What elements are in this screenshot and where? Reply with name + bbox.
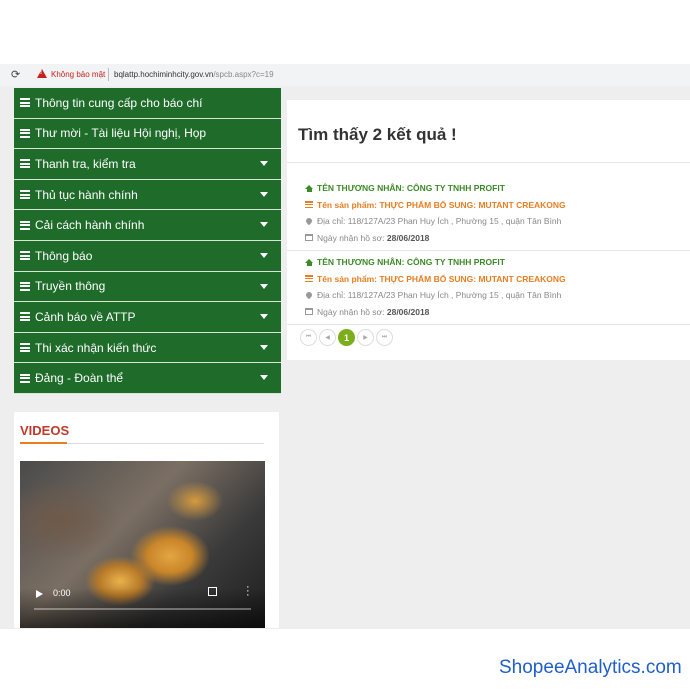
play-icon[interactable] [36, 590, 43, 598]
product-name[interactable]: Tên sản phẩm: THỰC PHẨM BỔ SUNG: MUTANT … [305, 197, 690, 214]
received-date: Ngày nhận hồ sơ: 28/06/2018 [305, 230, 690, 247]
list-icon [20, 98, 30, 108]
prev-page-button[interactable]: ◀ [319, 329, 336, 346]
video-time: 0:00 [53, 588, 71, 598]
caret-down-icon [260, 314, 268, 320]
list-icon [20, 159, 30, 169]
sidebar-item-invitations[interactable]: Thư mời - Tài liệu Hội nghị, Họp [14, 118, 281, 150]
merchant-name[interactable]: TÊN THƯƠNG NHÂN: CÔNG TY TNHH PROFIT [305, 254, 690, 271]
videos-divider-accent [20, 442, 67, 444]
sidebar-item-communication[interactable]: Truyền thông [14, 271, 281, 303]
results-divider [287, 162, 690, 163]
address: Địa chỉ: 118/127A/23 Phan Huy Ích , Phườ… [304, 287, 690, 304]
sidebar-item-food-safety-warnings[interactable]: Cảnh báo về ATTP [14, 302, 281, 333]
sidebar-item-label: Thông tin cung cấp cho báo chí [35, 95, 203, 110]
sidebar-item-label: Truyền thông [35, 279, 106, 294]
sidebar-item-inspection[interactable]: Thanh tra, kiểm tra [14, 149, 281, 180]
merchant-name-text: TÊN THƯƠNG NHÂN: CÔNG TY TNHH PROFIT [317, 183, 505, 194]
result-item: TÊN THƯƠNG NHÂN: CÔNG TY TNHH PROFIT Tên… [304, 254, 690, 321]
calendar-icon [305, 234, 313, 242]
first-page-button[interactable]: ⏮ [300, 329, 317, 346]
list-icon [20, 281, 30, 291]
address-separator [108, 68, 109, 81]
list-icon [20, 373, 30, 383]
result-item: TÊN THƯƠNG NHÂN: CÔNG TY TNHH PROFIT Tên… [304, 180, 690, 247]
browser-address-bar: ⟳ ! Không bảo mật bqlattp.hochiminhcity.… [0, 64, 690, 86]
pagination: ⏮ ◀ 1 ▶ ⏭ [300, 329, 393, 346]
caret-down-icon [260, 283, 268, 289]
caret-down-icon [260, 252, 268, 258]
sidebar-menu: Thông tin cung cấp cho báo chí Thư mời -… [14, 88, 281, 394]
received-date-value: 28/06/2018 [386, 232, 430, 243]
url-field[interactable]: bqlattp.hochiminhcity.gov.vn/spcb.aspx?c… [114, 70, 274, 79]
received-date-label: Ngày nhận hồ sơ: [317, 306, 385, 317]
map-pin-icon [304, 217, 314, 226]
sidebar-item-admin-reform[interactable]: Cải cách hành chính [14, 210, 281, 241]
reload-icon[interactable]: ⟳ [11, 68, 20, 81]
results-title: Tìm thấy 2 kết quả ! [298, 125, 457, 144]
list-icon [20, 312, 30, 322]
results-panel: Tìm thấy 2 kết quả ! TÊN THƯƠNG NHÂN: CÔ… [287, 100, 690, 360]
sidebar-item-label: Cải cách hành chính [35, 218, 145, 233]
list-icon [20, 128, 30, 138]
warning-icon [37, 69, 47, 78]
video-player[interactable]: 0:00 · · · [20, 461, 265, 628]
sidebar-item-label: Cảnh báo về ATTP [35, 309, 136, 324]
product-name-text: Tên sản phẩm: THỰC PHẨM BỔ SUNG: MUTANT … [317, 273, 566, 284]
list-icon [305, 275, 313, 283]
sidebar-item-label: Thông báo [35, 248, 93, 263]
videos-title: VIDEOS [20, 423, 70, 438]
received-date-value: 28/06/2018 [386, 306, 430, 317]
address-text: Địa chỉ: 118/127A/23 Phan Huy Ích , Phườ… [317, 216, 562, 227]
address: Địa chỉ: 118/127A/23 Phan Huy Ích , Phườ… [304, 213, 690, 230]
result-divider [287, 250, 690, 251]
next-page-button[interactable]: ▶ [357, 329, 374, 346]
sidebar-item-label: Thư mời - Tài liệu Hội nghị, Họp [35, 126, 207, 141]
sidebar-item-label: Thanh tra, kiểm tra [35, 156, 136, 171]
sidebar-item-label: Thi xác nhận kiến thức [35, 340, 157, 355]
videos-panel: VIDEOS 0:00 · · · [14, 412, 279, 628]
caret-down-icon [260, 344, 268, 350]
watermark: ShopeeAnalytics.com [499, 657, 682, 678]
result-divider [287, 324, 690, 325]
calendar-icon [305, 308, 313, 316]
more-options-icon[interactable]: · · · [246, 582, 250, 601]
sidebar-item-knowledge-exam[interactable]: Thi xác nhận kiến thức [14, 332, 281, 364]
list-icon [20, 220, 30, 230]
url-path: /spcb.aspx?c=19 [213, 70, 274, 79]
sidebar-item-label: Đảng - Đoàn thể [35, 371, 124, 386]
product-name-text: Tên sản phẩm: THỰC PHẨM BỔ SUNG: MUTANT … [317, 199, 566, 210]
home-icon [305, 258, 313, 266]
url-host: bqlattp.hochiminhcity.gov.vn [114, 70, 214, 79]
fullscreen-icon[interactable] [208, 587, 217, 596]
sidebar-item-press-info[interactable]: Thông tin cung cấp cho báo chí [14, 88, 281, 119]
map-pin-icon [304, 291, 314, 300]
page-1-button[interactable]: 1 [338, 329, 355, 346]
received-date: Ngày nhận hồ sơ: 28/06/2018 [305, 304, 690, 321]
video-progress-bar[interactable] [34, 608, 251, 610]
list-icon [20, 190, 30, 200]
list-icon [20, 251, 30, 261]
merchant-name[interactable]: TÊN THƯƠNG NHÂN: CÔNG TY TNHH PROFIT [305, 180, 690, 197]
sidebar-item-label: Thủ tục hành chính [35, 187, 138, 202]
last-page-button[interactable]: ⏭ [376, 329, 393, 346]
sidebar-item-announcements[interactable]: Thông báo [14, 240, 281, 272]
caret-down-icon [260, 222, 268, 228]
caret-down-icon [260, 161, 268, 167]
caret-down-icon [260, 375, 268, 381]
sidebar-item-party-union[interactable]: Đảng - Đoàn thể [14, 363, 281, 394]
address-text: Địa chỉ: 118/127A/23 Phan Huy Ích , Phườ… [317, 290, 562, 301]
warning-mark: ! [40, 70, 42, 76]
received-date-label: Ngày nhận hồ sơ: [317, 232, 385, 243]
home-icon [305, 184, 313, 192]
list-icon [20, 343, 30, 353]
caret-down-icon [260, 191, 268, 197]
merchant-name-text: TÊN THƯƠNG NHÂN: CÔNG TY TNHH PROFIT [317, 257, 505, 268]
product-name[interactable]: Tên sản phẩm: THỰC PHẨM BỔ SUNG: MUTANT … [305, 271, 690, 288]
security-label[interactable]: Không bảo mật [51, 70, 105, 79]
list-icon [305, 201, 313, 209]
sidebar-item-procedures[interactable]: Thủ tục hành chính [14, 179, 281, 211]
